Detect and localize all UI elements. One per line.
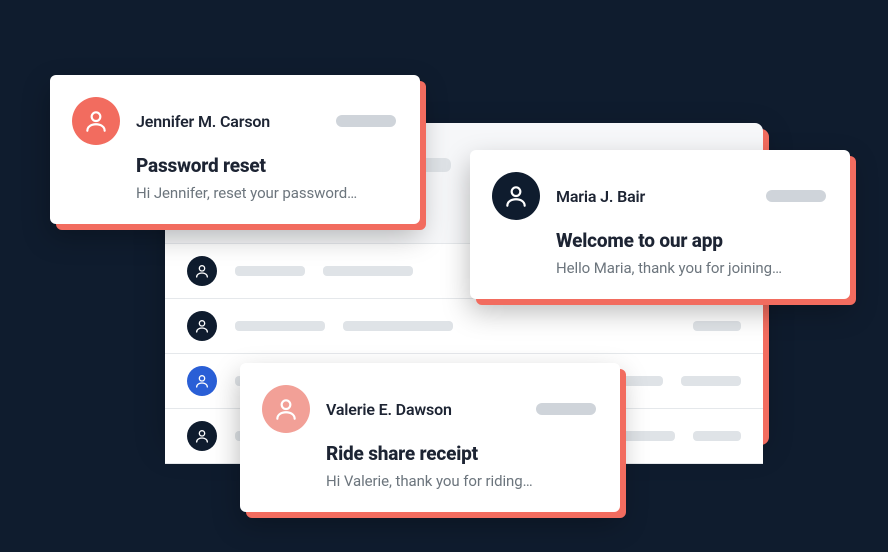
message-subject: Password reset	[136, 155, 396, 178]
row-placeholder	[343, 321, 453, 331]
message-subject: Welcome to our app	[556, 230, 826, 253]
person-icon	[492, 172, 540, 220]
row-placeholder	[235, 321, 325, 331]
person-icon	[187, 256, 217, 286]
row-placeholder	[615, 431, 675, 441]
row-placeholder	[693, 431, 741, 441]
person-icon	[187, 421, 217, 451]
row-placeholder	[681, 376, 741, 386]
row-placeholder	[693, 321, 741, 331]
message-card-jennifer[interactable]: Jennifer M. Carson Password reset Hi Jen…	[50, 75, 420, 224]
row-placeholder	[323, 266, 413, 276]
message-sender: Jennifer M. Carson	[136, 112, 270, 131]
person-icon	[187, 366, 217, 396]
person-icon	[72, 97, 120, 145]
message-badge-placeholder	[336, 115, 396, 127]
person-icon	[262, 385, 310, 433]
row-placeholder	[235, 266, 305, 276]
person-icon	[187, 311, 217, 341]
message-preview: Hi Valerie, thank you for riding…	[326, 472, 596, 490]
message-preview: Hi Jennifer, reset your password…	[136, 184, 396, 202]
inbox-row[interactable]	[165, 298, 763, 353]
message-card-valerie[interactable]: Valerie E. Dawson Ride share receipt Hi …	[240, 363, 620, 512]
message-subject: Ride share receipt	[326, 443, 596, 466]
message-badge-placeholder	[536, 403, 596, 415]
message-sender: Maria J. Bair	[556, 187, 645, 206]
message-card-maria[interactable]: Maria J. Bair Welcome to our app Hello M…	[470, 150, 850, 299]
message-preview: Hello Maria, thank you for joining…	[556, 259, 826, 277]
message-sender: Valerie E. Dawson	[326, 400, 452, 419]
message-badge-placeholder	[766, 190, 826, 202]
